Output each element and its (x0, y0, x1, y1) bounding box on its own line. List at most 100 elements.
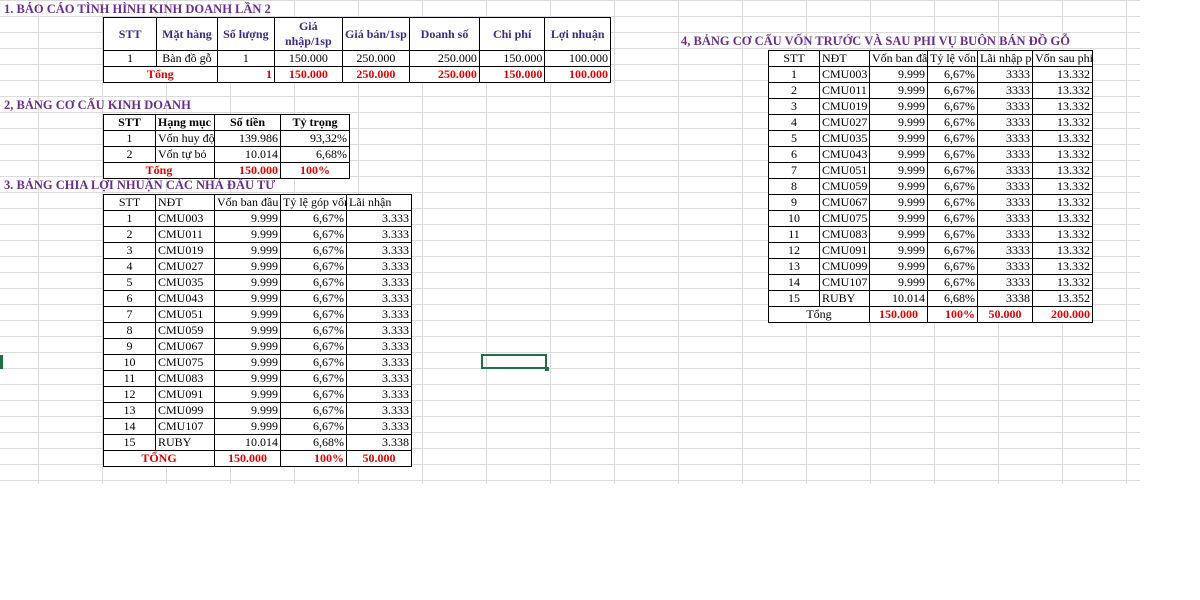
col-header[interactable]: Mặt hàng (156, 17, 218, 51)
cell[interactable]: 9.999 (869, 178, 928, 195)
total-cell[interactable]: 50.000 (346, 450, 412, 467)
total-cell[interactable]: 100.000 (544, 66, 611, 83)
total-cell[interactable]: 1 (216, 66, 276, 83)
cell[interactable]: 3.333 (346, 210, 412, 227)
cell[interactable]: 6,68% (280, 146, 350, 163)
total-cell[interactable]: 250.000 (341, 66, 411, 83)
cell[interactable]: 3333 (977, 98, 1033, 115)
cell[interactable]: 6,67% (927, 146, 978, 163)
col-header[interactable]: Lãi nhận (346, 194, 412, 211)
total-cell[interactable]: 250.000 (409, 66, 480, 83)
cell[interactable]: RUBY (819, 290, 870, 307)
cell[interactable]: CMU091 (155, 386, 215, 403)
cell[interactable]: CMU099 (155, 402, 215, 419)
total-cell[interactable]: 100% (280, 162, 350, 179)
cell[interactable]: CMU067 (155, 338, 215, 355)
cell[interactable]: CMU067 (819, 194, 870, 211)
cell[interactable]: CMU003 (155, 210, 215, 227)
cell[interactable]: 250.000 (341, 50, 411, 67)
cell[interactable]: 7 (768, 162, 820, 179)
cell[interactable]: 3.338 (346, 434, 412, 451)
cell[interactable]: 13.332 (1032, 114, 1093, 131)
cell[interactable]: 6,67% (280, 290, 347, 307)
cell[interactable]: 3.333 (346, 274, 412, 291)
col-header[interactable]: STT (103, 114, 156, 131)
cell[interactable]: 10.014 (214, 146, 281, 163)
cell[interactable]: CMU083 (155, 370, 215, 387)
cell[interactable]: 6,67% (927, 114, 978, 131)
cell[interactable]: 9.999 (214, 338, 281, 355)
cell[interactable]: 6,67% (280, 402, 347, 419)
cell[interactable]: 9.999 (214, 274, 281, 291)
cell[interactable]: 9.999 (214, 242, 281, 259)
cell[interactable]: 9.999 (214, 386, 281, 403)
cell[interactable]: 9.999 (214, 226, 281, 243)
col-header[interactable]: Vốn ban đầu (214, 194, 281, 211)
cell[interactable]: 14 (103, 418, 156, 435)
selected-cell[interactable] (481, 354, 549, 371)
cell[interactable]: 3.333 (346, 354, 412, 371)
cell[interactable]: 13.352 (1032, 290, 1093, 307)
col-header[interactable]: Giá nhập/1sp (274, 17, 343, 51)
cell[interactable]: 3.333 (346, 290, 412, 307)
cell[interactable]: CMU075 (819, 210, 870, 227)
cell[interactable]: 9.999 (869, 162, 928, 179)
cell[interactable]: 2 (768, 82, 820, 99)
cell[interactable]: 6,67% (280, 354, 347, 371)
total-cell[interactable]: 150.000 (214, 450, 281, 467)
cell[interactable]: 9.999 (214, 306, 281, 323)
cell[interactable]: 9 (768, 194, 820, 211)
cell[interactable]: CMU011 (819, 82, 870, 99)
cell[interactable]: 3 (103, 242, 156, 259)
cell[interactable]: 150.000 (478, 50, 546, 67)
cell[interactable]: 3338 (977, 290, 1033, 307)
col-header[interactable]: Chi phí (478, 17, 546, 51)
cell[interactable]: 3.333 (346, 338, 412, 355)
cell[interactable]: 250.000 (409, 50, 480, 67)
cell[interactable]: 6,67% (927, 82, 978, 99)
col-header[interactable]: Tỷ lệ góp vốn (280, 194, 347, 211)
cell[interactable]: 1 (102, 50, 158, 67)
total-cell[interactable]: 150.000 (869, 306, 928, 323)
cell[interactable]: 6,67% (927, 210, 978, 227)
cell[interactable]: 9.999 (214, 258, 281, 275)
cell[interactable]: CMU051 (155, 306, 215, 323)
cell[interactable]: Vốn huy độ (155, 130, 215, 147)
cell[interactable]: 4 (103, 258, 156, 275)
cell[interactable]: 3333 (977, 146, 1033, 163)
cell[interactable]: 6,67% (927, 178, 978, 195)
cell[interactable]: CMU083 (819, 226, 870, 243)
cell[interactable]: 6,67% (280, 226, 347, 243)
cell[interactable]: 1 (103, 130, 156, 147)
cell[interactable]: 9.999 (869, 242, 928, 259)
col-header[interactable]: STT (768, 50, 820, 67)
cell[interactable]: 13.332 (1032, 226, 1093, 243)
col-header[interactable]: NĐT (155, 194, 215, 211)
col-header[interactable]: Tỷ lệ vốn (927, 50, 978, 67)
cell[interactable]: 3333 (977, 162, 1033, 179)
col-header[interactable]: Tỷ trọng (280, 114, 350, 131)
col-header[interactable]: Lợi nhuận (544, 17, 611, 51)
cell[interactable]: 6,67% (280, 386, 347, 403)
total-cell[interactable]: 50.000 (977, 306, 1033, 323)
cell[interactable]: 1 (216, 50, 276, 67)
cell[interactable]: 6,67% (280, 418, 347, 435)
cell[interactable]: 6,67% (927, 162, 978, 179)
cell[interactable]: 3333 (977, 194, 1033, 211)
cell[interactable]: 6,67% (280, 370, 347, 387)
cell[interactable]: 9.999 (869, 114, 928, 131)
cell[interactable]: 13.332 (1032, 162, 1093, 179)
cell[interactable]: 3.333 (346, 242, 412, 259)
cell[interactable]: 13.332 (1032, 178, 1093, 195)
cell[interactable]: 9.999 (869, 274, 928, 291)
cell[interactable]: 8 (768, 178, 820, 195)
cell[interactable]: 6,67% (280, 258, 347, 275)
cell[interactable]: 3333 (977, 82, 1033, 99)
cell[interactable]: 13.332 (1032, 258, 1093, 275)
cell[interactable]: 13 (768, 258, 820, 275)
cell[interactable]: 9.999 (214, 290, 281, 307)
cell[interactable]: 13.332 (1032, 98, 1093, 115)
cell[interactable]: 3333 (977, 226, 1033, 243)
col-header[interactable]: Hạng mục (155, 114, 215, 131)
total-cell[interactable]: 100% (927, 306, 978, 323)
